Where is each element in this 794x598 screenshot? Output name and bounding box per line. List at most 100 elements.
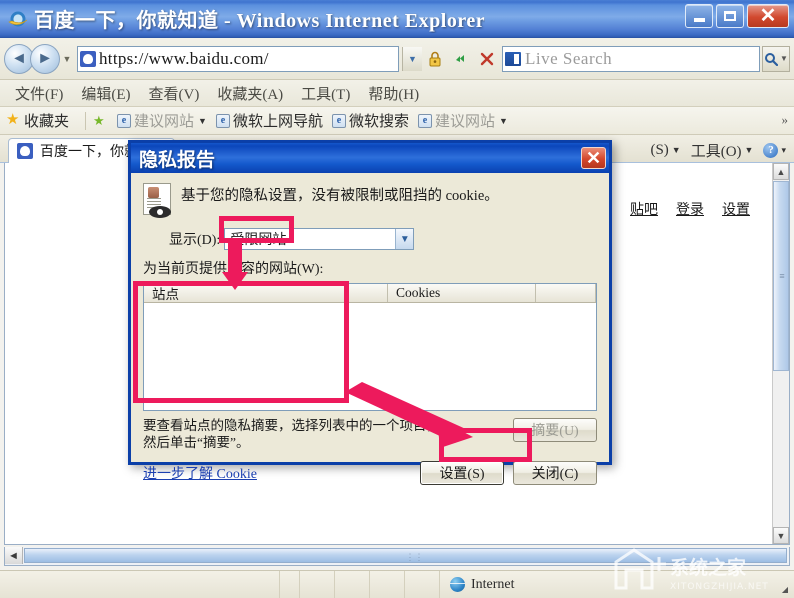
scroll-down-icon[interactable]: ▼: [773, 527, 789, 544]
ie-page-icon: e: [117, 113, 132, 128]
command-tools[interactable]: 工具(O) ▼: [687, 140, 758, 161]
favorites-item-label: 建议网站: [134, 114, 195, 130]
page-link-login[interactable]: 登录: [676, 199, 704, 219]
sites-label: 为当前页提供内容的网站(W):: [143, 262, 324, 277]
favorites-item-label: 建议网站: [434, 114, 495, 130]
dialog-info-row: 基于您的隐私设置，没有被限制或阻挡的 cookie。: [143, 183, 597, 218]
refresh-icon[interactable]: [449, 46, 473, 72]
summary-hint-text: 要查看站点的隐私摘要，选择列表中的一个项目，然后单击“摘要”。: [143, 418, 440, 450]
minimize-button[interactable]: [685, 4, 713, 28]
dialog-close-button[interactable]: ✕: [581, 147, 606, 169]
summary-button[interactable]: 摘要(U): [513, 418, 597, 442]
dialog-body: 基于您的隐私设置，没有被限制或阻挡的 cookie。 显示(D): 受限网站 ▼…: [131, 173, 609, 485]
command-bar: (S) ▼ 工具(O) ▼ ? ▾: [646, 138, 790, 162]
favorites-button[interactable]: ★ 收藏夹: [6, 110, 69, 131]
forward-button[interactable]: ►: [30, 43, 60, 74]
search-options-caret-icon[interactable]: ▼: [780, 54, 788, 63]
scroll-up-icon[interactable]: ▲: [773, 163, 789, 180]
search-placeholder: Live Search: [525, 48, 613, 68]
menu-view[interactable]: 查看(V): [140, 81, 209, 106]
globe-icon: [450, 577, 465, 592]
column-header-extra[interactable]: [536, 284, 596, 302]
window-title: 百度一下，你就知道 - Windows Internet Explorer: [34, 10, 486, 32]
show-dropdown[interactable]: 受限网站 ▼: [224, 228, 415, 250]
column-header-cookies[interactable]: Cookies: [388, 284, 536, 302]
status-zone-label: Internet: [471, 576, 515, 592]
horizontal-scroll-thumb[interactable]: ⋮⋮: [24, 548, 787, 563]
add-to-favorites-bar-button[interactable]: ★: [93, 113, 108, 128]
chevron-down-icon[interactable]: ▼: [395, 229, 414, 249]
vertical-scroll-thumb[interactable]: ≡: [773, 181, 789, 371]
privacy-report-dialog: 隐私报告 ✕ 基于您的隐私设置，没有被限制或阻挡的 cookie。 显示(D):…: [128, 140, 612, 485]
favorites-separator: [85, 111, 87, 130]
menu-bar: 文件(F) 编辑(E) 查看(V) 收藏夹(A) 工具(T) 帮助(H): [0, 80, 794, 107]
chevron-down-icon[interactable]: ▼: [499, 116, 508, 126]
window-controls: ✕: [685, 4, 789, 28]
baidu-top-links: 贴吧 登录 设置: [630, 199, 750, 219]
page-link-tieba[interactable]: 贴吧: [630, 199, 658, 219]
scroll-grip-icon: ⋮⋮: [405, 552, 424, 562]
menu-edit[interactable]: 编辑(E): [72, 81, 139, 106]
privacy-report-icon: [143, 183, 171, 218]
chevron-down-icon[interactable]: ▼: [672, 145, 681, 155]
favorites-bar: ★ 收藏夹 ★ e 建议网站 ▼ e 微软上网导航 e 微软搜索 e 建议网站 …: [0, 107, 794, 135]
dialog-buttons: 设置(S) 关闭(C): [420, 460, 597, 485]
recent-pages-caret-icon[interactable]: ▼: [60, 54, 74, 64]
column-header-site[interactable]: 站点: [144, 284, 388, 302]
favorites-item-ms-search[interactable]: e 微软搜索: [331, 110, 409, 131]
url-bar[interactable]: https://www.baidu.com/: [77, 45, 399, 72]
chevron-down-icon[interactable]: ▼: [198, 116, 207, 126]
ie-page-icon: e: [417, 113, 432, 128]
command-help[interactable]: ? ▾: [759, 142, 790, 158]
add-star-icon: ★: [93, 113, 105, 128]
status-zone[interactable]: Internet: [440, 577, 515, 593]
learn-more-cookie-link[interactable]: 进一步了解 Cookie: [143, 463, 257, 483]
url-text: https://www.baidu.com/: [99, 48, 269, 68]
menu-tools[interactable]: 工具(T): [292, 81, 359, 106]
maximize-button[interactable]: [716, 4, 744, 28]
chevron-down-icon[interactable]: ▼: [745, 145, 754, 155]
search-go-button[interactable]: ▼: [762, 45, 790, 72]
sites-list[interactable]: 站点 Cookies: [143, 283, 597, 411]
scroll-left-icon[interactable]: ◄: [5, 547, 23, 564]
url-dropdown-icon[interactable]: ▼: [402, 46, 422, 71]
favorites-item-suggested-sites-2[interactable]: e 建议网站 ▼: [417, 110, 508, 131]
stop-icon[interactable]: [475, 46, 499, 72]
menu-favorites[interactable]: 收藏夹(A): [208, 81, 292, 106]
page-link-settings[interactable]: 设置: [722, 199, 750, 219]
address-bar: ◄ ► ▼ https://www.baidu.com/ ▼ Live Sear…: [0, 38, 794, 80]
command-tools-label: 工具(O): [690, 143, 742, 160]
menu-file[interactable]: 文件(F): [6, 81, 72, 106]
settings-button[interactable]: 设置(S): [420, 460, 504, 485]
favorites-overflow-icon[interactable]: »: [782, 112, 789, 128]
dialog-info-text: 基于您的隐私设置，没有被限制或阻挡的 cookie。: [181, 188, 499, 204]
vertical-scrollbar[interactable]: ▲ ≡ ▼: [772, 163, 789, 544]
horizontal-scrollbar[interactable]: ◄ ⋮⋮: [4, 547, 790, 566]
sites-list-header: 站点 Cookies: [144, 284, 596, 303]
live-search-icon: [505, 51, 521, 66]
title-bar: 百度一下，你就知道 - Windows Internet Explorer ✕: [0, 0, 794, 38]
status-bar: Internet ◢: [0, 570, 794, 598]
hint-row: 要查看站点的隐私摘要，选择列表中的一个项目，然后单击“摘要”。 摘要(U): [143, 418, 597, 452]
menu-help[interactable]: 帮助(H): [359, 81, 428, 106]
show-filter-row: 显示(D): 受限网站 ▼: [143, 228, 597, 250]
dialog-close-action-button[interactable]: 关闭(C): [513, 460, 597, 485]
security-lock-icon[interactable]: [423, 46, 447, 72]
command-safety[interactable]: (S) ▼: [646, 142, 684, 159]
ie-page-icon: e: [215, 113, 230, 128]
ie-logo-icon: [8, 9, 28, 29]
status-resize-grip-icon[interactable]: ◢: [782, 585, 788, 594]
chevron-down-icon[interactable]: ▾: [781, 145, 786, 156]
ie-page-icon: e: [331, 113, 346, 128]
search-input[interactable]: Live Search: [502, 45, 760, 72]
star-icon: ★: [6, 112, 20, 128]
favorites-item-ms-nav[interactable]: e 微软上网导航: [215, 110, 323, 131]
dialog-footer: 进一步了解 Cookie 设置(S) 关闭(C): [143, 460, 597, 485]
command-safety-label: (S): [650, 141, 669, 158]
favorites-item-suggested-sites-1[interactable]: e 建议网站 ▼: [117, 110, 207, 131]
dialog-title: 隐私报告: [139, 149, 216, 171]
help-icon: ?: [763, 142, 779, 158]
dialog-title-bar[interactable]: 隐私报告 ✕: [131, 143, 609, 173]
favorites-item-label: 微软上网导航: [232, 114, 323, 130]
close-button[interactable]: ✕: [747, 4, 789, 28]
